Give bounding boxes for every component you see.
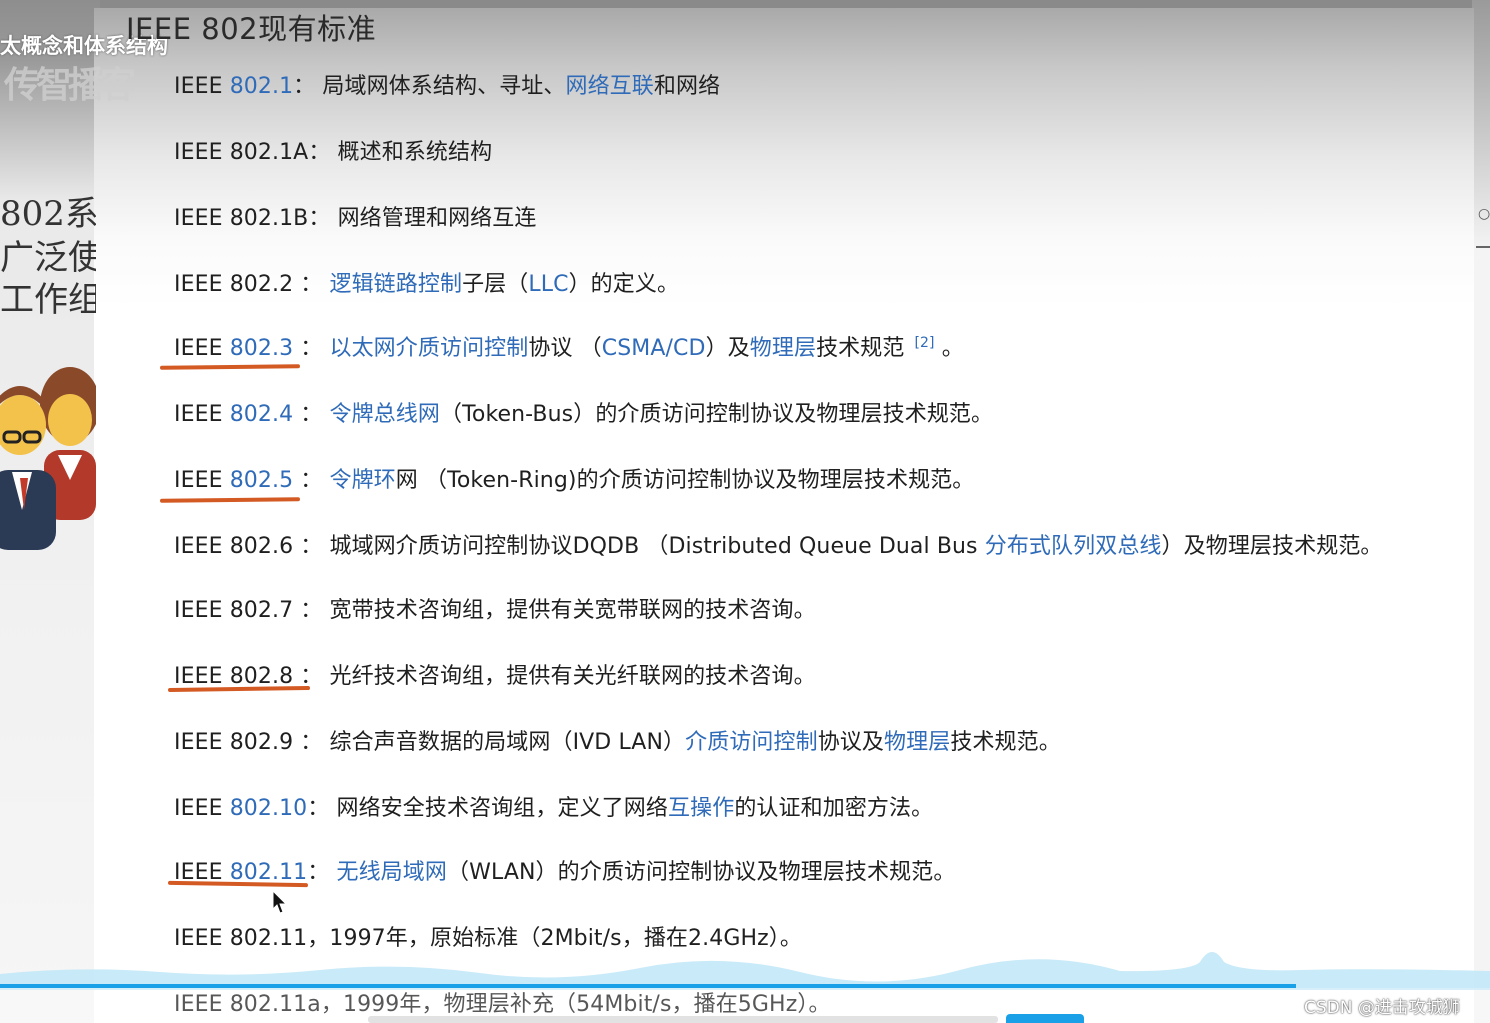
standard-prefix: IEEE <box>174 74 230 99</box>
description-link[interactable]: LLC <box>528 272 568 297</box>
standard-code: 802.1B <box>229 206 309 231</box>
standard-prefix: IEEE <box>174 730 230 755</box>
standard-separator: ： <box>293 730 330 755</box>
description-text: 。 <box>934 336 964 361</box>
description-text: 协议 （ <box>528 336 602 361</box>
page-title: IEEE 802现有标准 <box>126 12 377 46</box>
description-text: 概述和系统结构 <box>337 140 493 165</box>
standard-code-link[interactable]: 802.3 <box>230 336 293 361</box>
description-link[interactable]: 互操作 <box>668 796 734 821</box>
standard-code-link[interactable]: 802.5 <box>230 468 293 493</box>
description-text: 网络安全技术咨询组，定义了网络 <box>336 796 668 821</box>
standard-prefix: IEEE <box>174 272 230 297</box>
description-link[interactable]: 令牌总线网 <box>329 402 440 427</box>
scrollbar-track[interactable] <box>368 1016 998 1023</box>
dash-mark <box>1476 246 1490 248</box>
standard-separator: ： <box>308 206 338 231</box>
standard-item: IEEE 802.7 ： 宽带技术咨询组，提供有关宽带联网的技术咨询。 <box>174 592 816 624</box>
standard-separator: ： <box>293 336 330 361</box>
mouse-cursor-icon <box>272 890 288 914</box>
background-slide-right <box>1472 0 1490 1023</box>
standard-item: IEEE 802.1B： 网络管理和网络互连 <box>174 200 536 232</box>
description-text: 的认证和加密方法。 <box>734 796 934 821</box>
standard-code-link[interactable]: 802.4 <box>230 402 293 427</box>
description-text: ）及 <box>705 336 750 361</box>
description-text: 子层（ <box>462 272 529 297</box>
standard-separator: ： <box>308 140 338 165</box>
slide-text-line-3: 工作组负 <box>0 280 96 320</box>
standard-prefix: IEEE <box>174 598 230 623</box>
standard-code-link[interactable]: 802.1 <box>230 74 293 99</box>
standard-prefix: IEEE <box>174 336 230 361</box>
standard-item: IEEE 802.8 ： 光纤技术咨询组，提供有关光纤联网的技术咨询。 <box>174 658 816 690</box>
description-text: ）的定义。 <box>568 272 680 297</box>
description-link[interactable]: CSMA/CD <box>602 336 706 361</box>
standard-item: IEEE 802.10： 网络安全技术咨询组，定义了网络互操作的认证和加密方法。 <box>174 790 933 822</box>
description-text: 网 （Token-Ring)的介质访问控制协议及物理层技术规范。 <box>395 468 975 493</box>
people-illustration <box>0 367 96 550</box>
standard-prefix: IEEE <box>174 206 230 231</box>
standard-code: 802.6 <box>229 534 294 559</box>
description-text: 光纤技术咨询组，提供有关光纤联网的技术咨询。 <box>329 664 816 689</box>
standard-item: IEEE 802.9 ： 综合声音数据的局域网（IVD LAN）介质访问控制协议… <box>174 724 1061 756</box>
description-text: （WLAN）的介质访问控制协议及物理层技术规范。 <box>447 860 956 885</box>
description-text: 协议及 <box>817 730 885 755</box>
scrollbar-thumb[interactable] <box>1006 1014 1084 1023</box>
standard-code: 802.1A <box>229 140 309 165</box>
description-link[interactable]: 分布式队列双总线 <box>985 534 1162 559</box>
standard-separator: ： <box>293 272 330 297</box>
standard-item: IEEE 802.2 ： 逻辑链路控制子层（LLC）的定义。 <box>174 266 679 298</box>
standard-code: 802.8 <box>229 664 294 689</box>
standard-prefix: IEEE <box>174 664 230 689</box>
circle-mark-icon: ○ <box>1478 206 1490 222</box>
standard-item: IEEE 802.1： 局域网体系结构、寻址、网络互联和网络 <box>174 68 720 100</box>
description-text: 网络管理和网络互连 <box>337 206 537 231</box>
standard-item: IEEE 802.5 ： 令牌环网 （Token-Ring)的介质访问控制协议及… <box>174 462 974 494</box>
standard-code: 802.9 <box>229 730 294 755</box>
description-link[interactable]: 物理层 <box>884 730 950 755</box>
description-text: 局域网体系结构、寻址、 <box>322 74 566 99</box>
standard-separator: ： <box>307 796 337 821</box>
description-text: 城域网介质访问控制协议DQDB （Distributed Queue Dual … <box>329 534 985 559</box>
description-text: ）及物理层技术规范。 <box>1161 534 1383 559</box>
citation-link[interactable]: [2] <box>914 335 934 351</box>
description-link[interactable]: 网络互联 <box>565 74 653 99</box>
standard-item: IEEE 802.4 ： 令牌总线网（Token-Bus）的介质访问控制协议及物… <box>174 396 993 428</box>
description-text: （Token-Bus）的介质访问控制协议及物理层技术规范。 <box>439 402 994 427</box>
standard-separator: ： <box>293 598 330 623</box>
waveform-decoration <box>0 952 1490 990</box>
description-link[interactable]: 令牌环 <box>329 468 395 493</box>
description-link[interactable]: 无线局域网 <box>336 860 447 885</box>
standard-code-link[interactable]: 802.10 <box>230 796 308 821</box>
standard-code: 802.2 <box>229 272 294 297</box>
standard-prefix: IEEE <box>174 468 230 493</box>
standard-item: IEEE 802.3 ： 以太网介质访问控制协议 （CSMA/CD）及物理层技术… <box>174 330 964 362</box>
description-link[interactable]: 以太网介质访问控制 <box>329 336 528 361</box>
description-text: 宽带技术咨询组，提供有关宽带联网的技术咨询。 <box>329 598 816 623</box>
standard-item: IEEE 802.11： 无线局域网（WLAN）的介质访问控制协议及物理层技术规… <box>174 854 955 886</box>
standard-separator: ： <box>293 402 330 427</box>
standard-separator: ： <box>293 74 323 99</box>
standard-prefix: IEEE <box>174 402 230 427</box>
standard-separator: ： <box>293 468 330 493</box>
description-text: 技术规范 <box>816 336 905 361</box>
csdn-watermark: CSDN @进击攻城狮 <box>1304 998 1460 1018</box>
description-link[interactable]: 介质访问控制 <box>685 730 818 755</box>
standard-separator: ： <box>293 534 330 559</box>
slide-text-line-1: 802系列 <box>0 194 96 234</box>
description-text: 综合声音数据的局域网（IVD LAN） <box>329 730 686 755</box>
standard-prefix: IEEE <box>174 140 230 165</box>
description-link[interactable]: 逻辑链路控制 <box>329 272 462 297</box>
description-text: 技术规范。 <box>950 730 1061 755</box>
standard-prefix: IEEE <box>174 796 230 821</box>
standard-code: 802.7 <box>229 598 294 623</box>
faded-logo-text: 传智播客 <box>4 65 136 106</box>
standard-item: IEEE 802.6 ： 城域网介质访问控制协议DQDB （Distribute… <box>174 528 1383 560</box>
standard-prefix: IEEE <box>174 534 230 559</box>
description-text: 和网络 <box>653 74 721 99</box>
standard-separator: ： <box>307 860 337 885</box>
description-link[interactable]: 物理层 <box>750 336 816 361</box>
standard-item: IEEE 802.1A： 概述和系统结构 <box>174 134 492 166</box>
